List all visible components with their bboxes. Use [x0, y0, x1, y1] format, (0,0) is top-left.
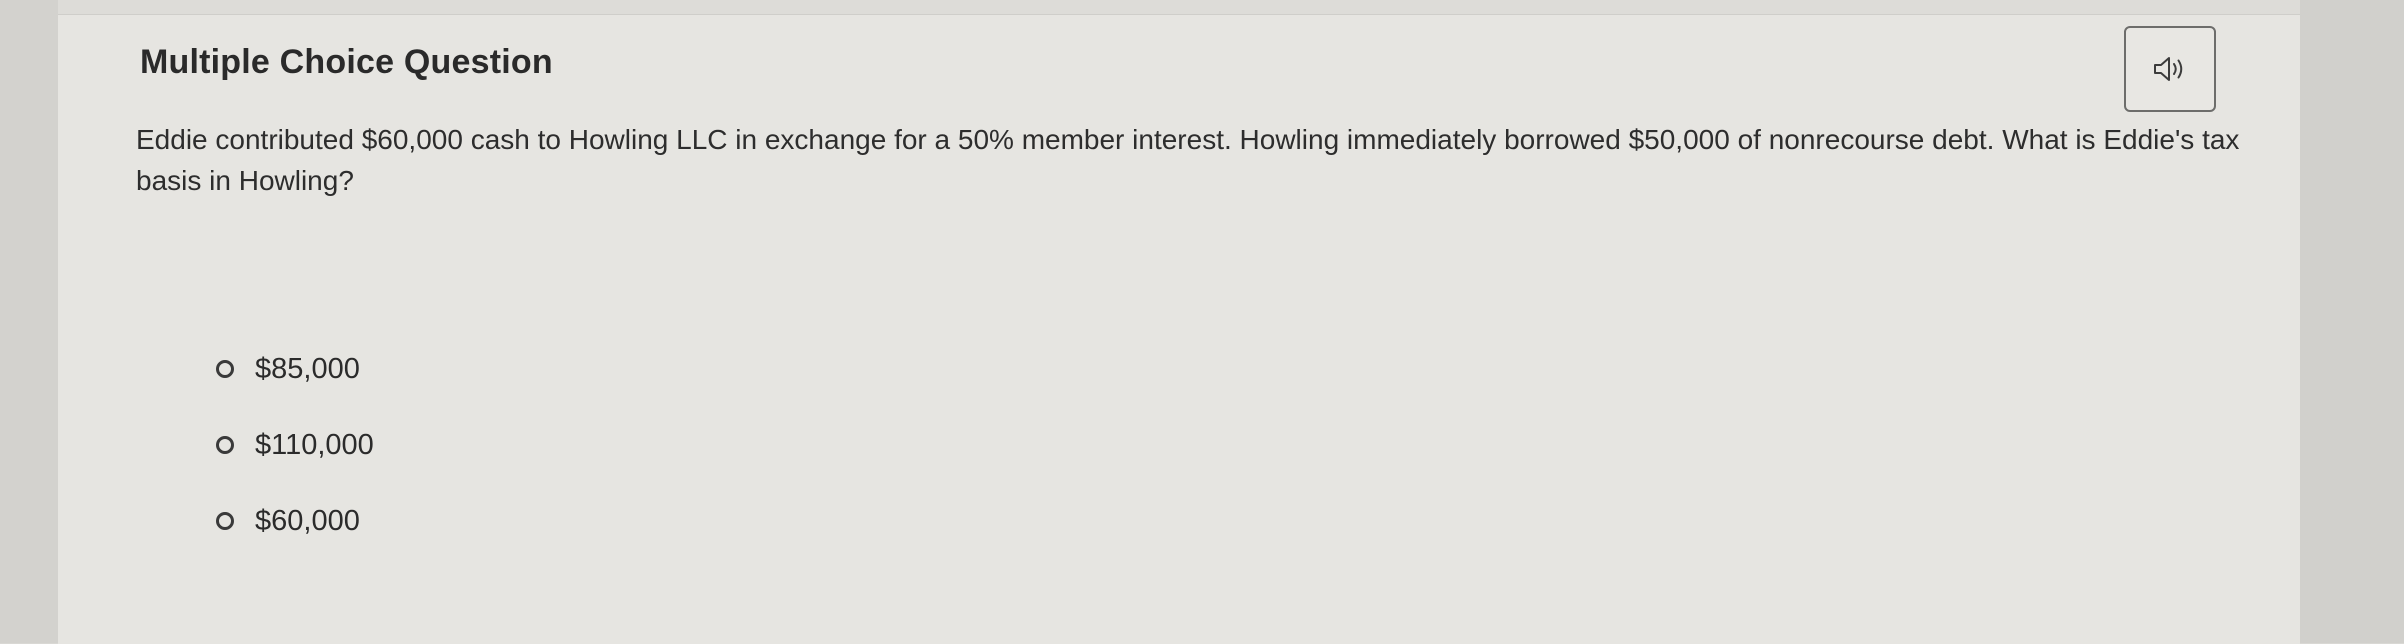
- answer-option[interactable]: $85,000: [216, 345, 374, 393]
- question-card: Multiple Choice Question Eddie contribut…: [58, 14, 2300, 644]
- answer-options: $85,000 $110,000 $60,000: [216, 345, 374, 573]
- answer-option-label: $60,000: [255, 504, 360, 537]
- radio-button[interactable]: [216, 436, 234, 454]
- answer-option-label: $110,000: [255, 428, 374, 461]
- left-margin: [0, 0, 58, 643]
- top-divider: [0, 0, 2404, 14]
- audio-read-aloud-button[interactable]: [2124, 26, 2216, 112]
- radio-button[interactable]: [216, 360, 234, 378]
- answer-option[interactable]: $60,000: [216, 497, 374, 545]
- radio-button[interactable]: [216, 512, 234, 530]
- question-prompt: Eddie contributed $60,000 cash to Howlin…: [136, 124, 2240, 196]
- answer-option[interactable]: $110,000: [216, 421, 374, 469]
- speaker-icon: [2154, 57, 2183, 81]
- answer-option-label: $85,000: [255, 352, 360, 385]
- question-type-title: Multiple Choice Question: [140, 43, 553, 81]
- right-margin: [2300, 0, 2404, 643]
